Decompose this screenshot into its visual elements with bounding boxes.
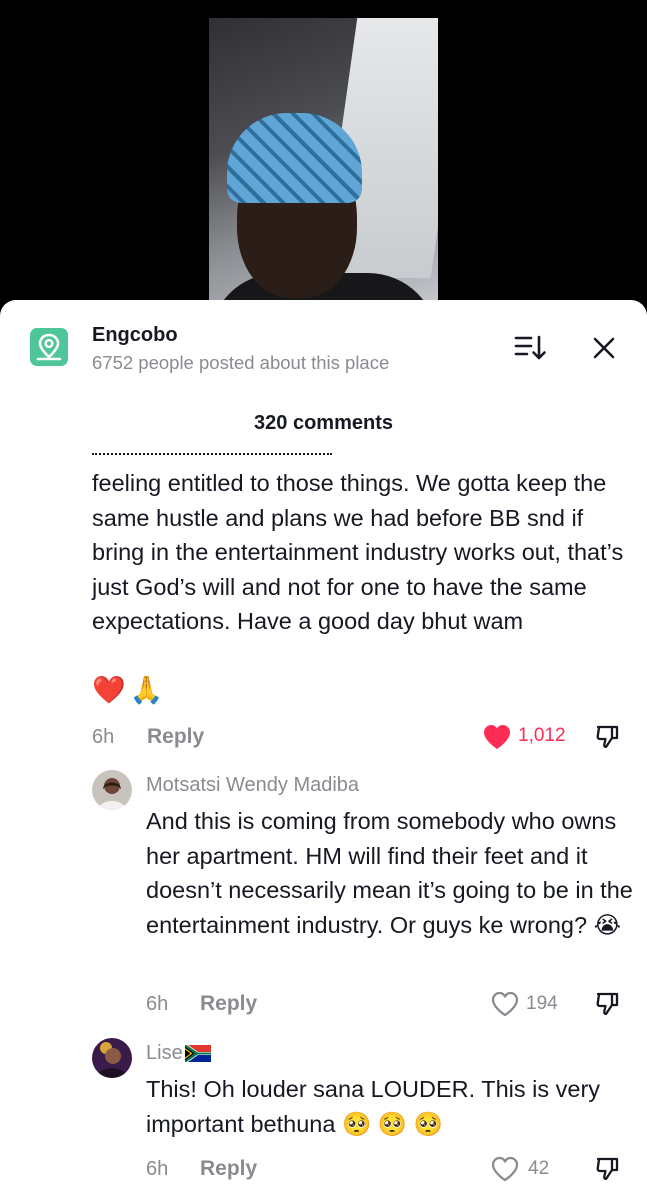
comment-text: feeling entitled to those things. We got… — [92, 470, 624, 635]
comments-sheet: Engcobo 6752 people posted about this pl… — [0, 300, 647, 1200]
username[interactable]: Lise — [146, 1042, 211, 1065]
sort-icon[interactable] — [514, 334, 548, 362]
south-africa-flag-icon — [184, 1045, 211, 1063]
comment-text: And this is coming from somebody who own… — [146, 808, 633, 938]
place-subtitle: 6752 people posted about this place — [92, 352, 390, 373]
place-title[interactable]: Engcobo — [92, 324, 178, 347]
username[interactable]: Motsatsi Wendy Madiba — [146, 774, 359, 797]
avatar[interactable] — [92, 1038, 132, 1078]
heart-outline-icon[interactable] — [490, 990, 520, 1018]
username-text: Lise — [146, 1042, 183, 1064]
comment-emojis: ❤️ 🙏 — [92, 672, 167, 708]
dislike-icon[interactable] — [594, 723, 622, 751]
comment-count: 320 comments — [254, 412, 393, 434]
close-icon[interactable] — [590, 334, 618, 362]
comment-time: 6h — [146, 1158, 169, 1180]
reply-button[interactable]: Reply — [200, 1157, 257, 1181]
location-pin-icon[interactable] — [30, 328, 68, 366]
dislike-icon[interactable] — [594, 1155, 622, 1183]
video-background — [0, 0, 647, 330]
like-count: 42 — [528, 1158, 550, 1179]
heart-filled-icon[interactable] — [482, 723, 512, 751]
heart-emoji: ❤️ — [92, 675, 126, 705]
reply-button[interactable]: Reply — [200, 992, 257, 1016]
heart-outline-icon[interactable] — [490, 1155, 520, 1183]
comment-time: 6h — [146, 993, 169, 1015]
comment-time: 6h — [92, 726, 115, 748]
avatar[interactable] — [92, 770, 132, 810]
pray-emoji: 🙏 — [129, 675, 164, 705]
video-thumbnail[interactable] — [209, 18, 438, 330]
like-count: 1,012 — [518, 725, 566, 746]
comment-text: This! Oh louder sana LOUDER. This is ver… — [146, 1076, 601, 1137]
dislike-icon[interactable] — [594, 990, 622, 1018]
like-count: 194 — [526, 993, 558, 1014]
reply-button[interactable]: Reply — [147, 725, 204, 749]
clipped-text-line — [92, 448, 392, 456]
